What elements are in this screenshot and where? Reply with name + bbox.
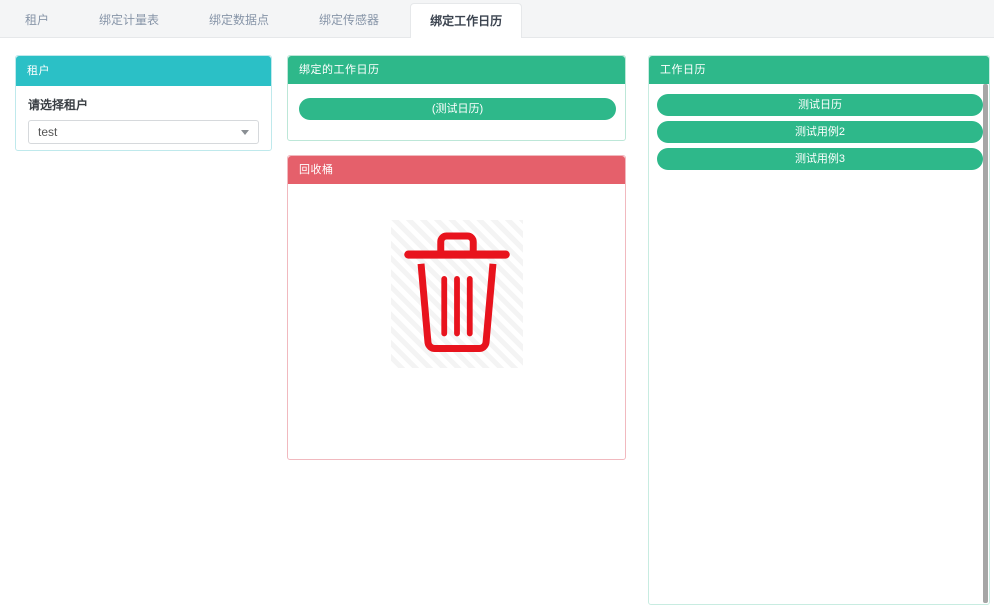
- tenant-panel-title: 租户: [16, 56, 271, 86]
- work-calendar-panel-title: 工作日历: [649, 56, 989, 84]
- tenant-select-value: test: [38, 125, 57, 139]
- bound-calendar-panel: 绑定的工作日历 (测试日历): [287, 55, 626, 141]
- tenant-select[interactable]: test: [28, 120, 259, 144]
- chevron-down-icon: [241, 130, 249, 135]
- tab[interactable]: 绑定工作日历: [410, 3, 522, 38]
- bound-calendar-panel-title: 绑定的工作日历: [288, 56, 625, 84]
- work-calendar-item[interactable]: 测试日历: [657, 94, 983, 116]
- tenant-panel: 租户 请选择租户 test: [15, 55, 272, 151]
- bound-calendar-list: (测试日历): [288, 84, 625, 134]
- work-calendar-list: 测试日历 测试用例2 测试用例3: [649, 84, 989, 605]
- tab[interactable]: 租户: [6, 3, 68, 37]
- recycle-bin-panel: 回收桶: [287, 155, 626, 460]
- work-calendar-panel: 工作日历 测试日历 测试用例2 测试用例3: [648, 55, 990, 605]
- tab[interactable]: 绑定数据点: [190, 3, 288, 37]
- tab[interactable]: 绑定计量表: [80, 3, 178, 37]
- trash-drop-zone[interactable]: [391, 220, 523, 368]
- scrollbar[interactable]: [983, 84, 988, 603]
- bound-calendar-item[interactable]: (测试日历): [299, 98, 616, 120]
- recycle-bin-body: [288, 184, 625, 368]
- tab[interactable]: 绑定传感器: [300, 3, 398, 37]
- tenant-select-label: 请选择租户: [28, 96, 259, 113]
- tab-bar: 租户 绑定计量表 绑定数据点 绑定传感器 绑定工作日历: [0, 0, 994, 38]
- work-calendar-item[interactable]: 测试用例2: [657, 121, 983, 143]
- tenant-panel-body: 请选择租户 test: [16, 86, 271, 154]
- work-calendar-item[interactable]: 测试用例3: [657, 148, 983, 170]
- trash-icon: [399, 226, 515, 362]
- recycle-bin-panel-title: 回收桶: [288, 156, 625, 184]
